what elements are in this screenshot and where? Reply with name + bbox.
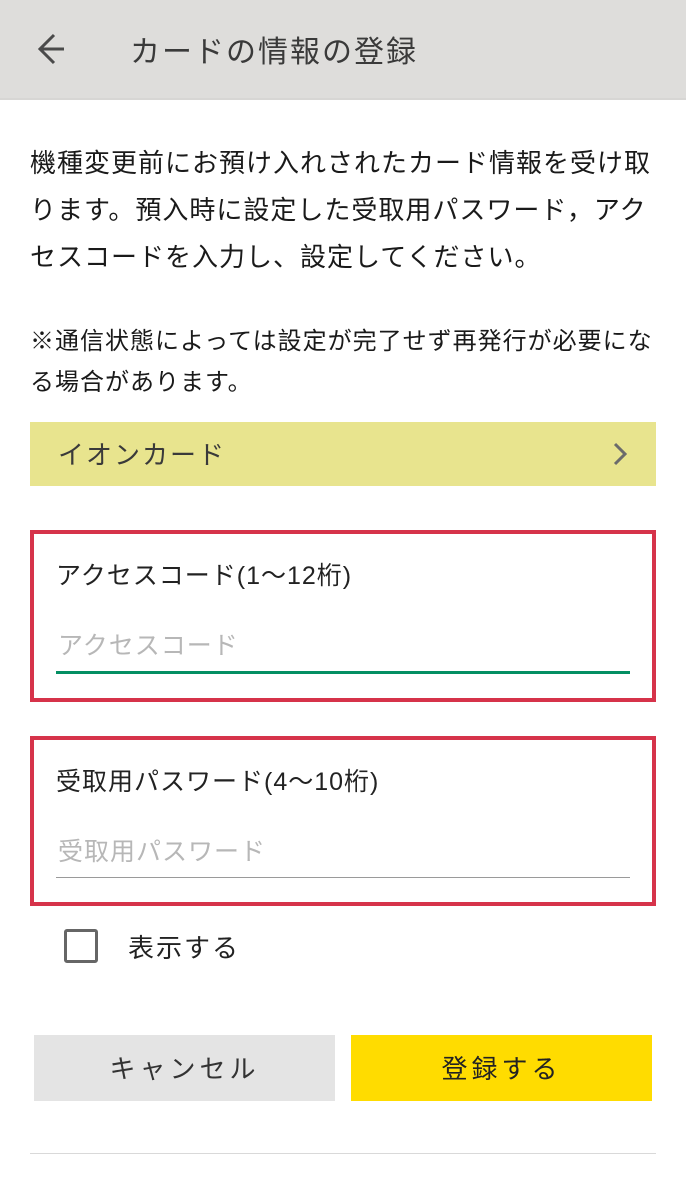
show-password-checkbox[interactable]	[64, 929, 98, 963]
cancel-button[interactable]: キャンセル	[34, 1035, 335, 1101]
card-selector-label: イオンカード	[58, 435, 226, 472]
password-input[interactable]	[56, 834, 630, 878]
chevron-right-icon	[612, 441, 628, 467]
access-code-label: アクセスコード(1〜12桁)	[56, 556, 630, 592]
show-password-row: 表示する	[30, 928, 656, 965]
password-label: 受取用パスワード(4〜10桁)	[56, 762, 630, 798]
access-code-field-box: アクセスコード(1〜12桁)	[30, 530, 656, 702]
card-selector[interactable]: イオンカード	[30, 422, 656, 486]
submit-button[interactable]: 登録する	[351, 1035, 652, 1101]
main-content: 機種変更前にお預け入れされたカード情報を受け取ります。預入時に設定した受取用パス…	[0, 100, 686, 1154]
access-code-input[interactable]	[56, 628, 630, 674]
arrow-left-icon	[32, 31, 68, 67]
footer-divider	[30, 1153, 656, 1154]
back-button[interactable]	[20, 19, 80, 79]
app-header: カードの情報の登録	[0, 0, 686, 100]
show-password-label: 表示する	[128, 928, 240, 965]
description-text: 機種変更前にお預け入れされたカード情報を受け取ります。預入時に設定した受取用パス…	[30, 140, 656, 280]
action-button-row: キャンセル 登録する	[30, 1035, 656, 1101]
password-field-box: 受取用パスワード(4〜10桁)	[30, 736, 656, 906]
page-title: カードの情報の登録	[130, 27, 418, 71]
note-text: ※通信状態によっては設定が完了せず再発行が必要になる場合があります。	[30, 322, 656, 404]
